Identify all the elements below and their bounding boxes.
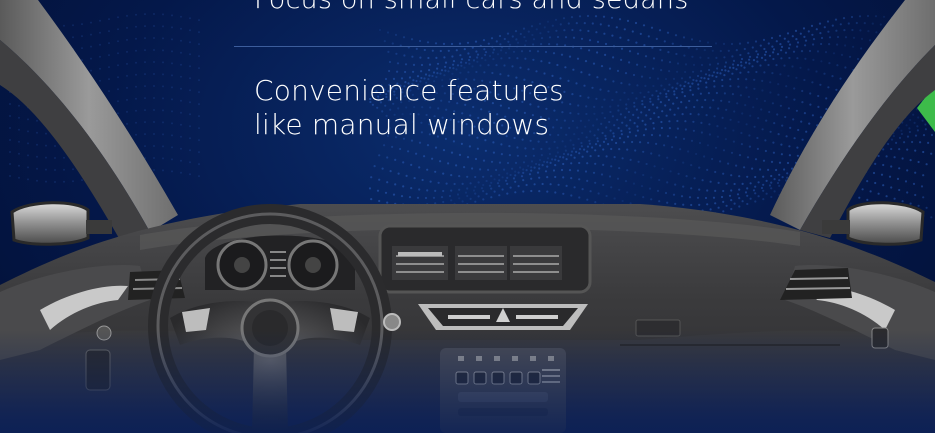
bottom-fade [0,330,935,433]
slide-canvas: Focus on small cars and sedans Convenien… [0,0,935,433]
left-a-pillar [0,0,178,240]
right-a-pillar [770,0,935,238]
left-side-mirror-icon [10,201,112,246]
car-dashboard-illustration [0,0,935,433]
infotainment-screen-icon [378,224,592,294]
